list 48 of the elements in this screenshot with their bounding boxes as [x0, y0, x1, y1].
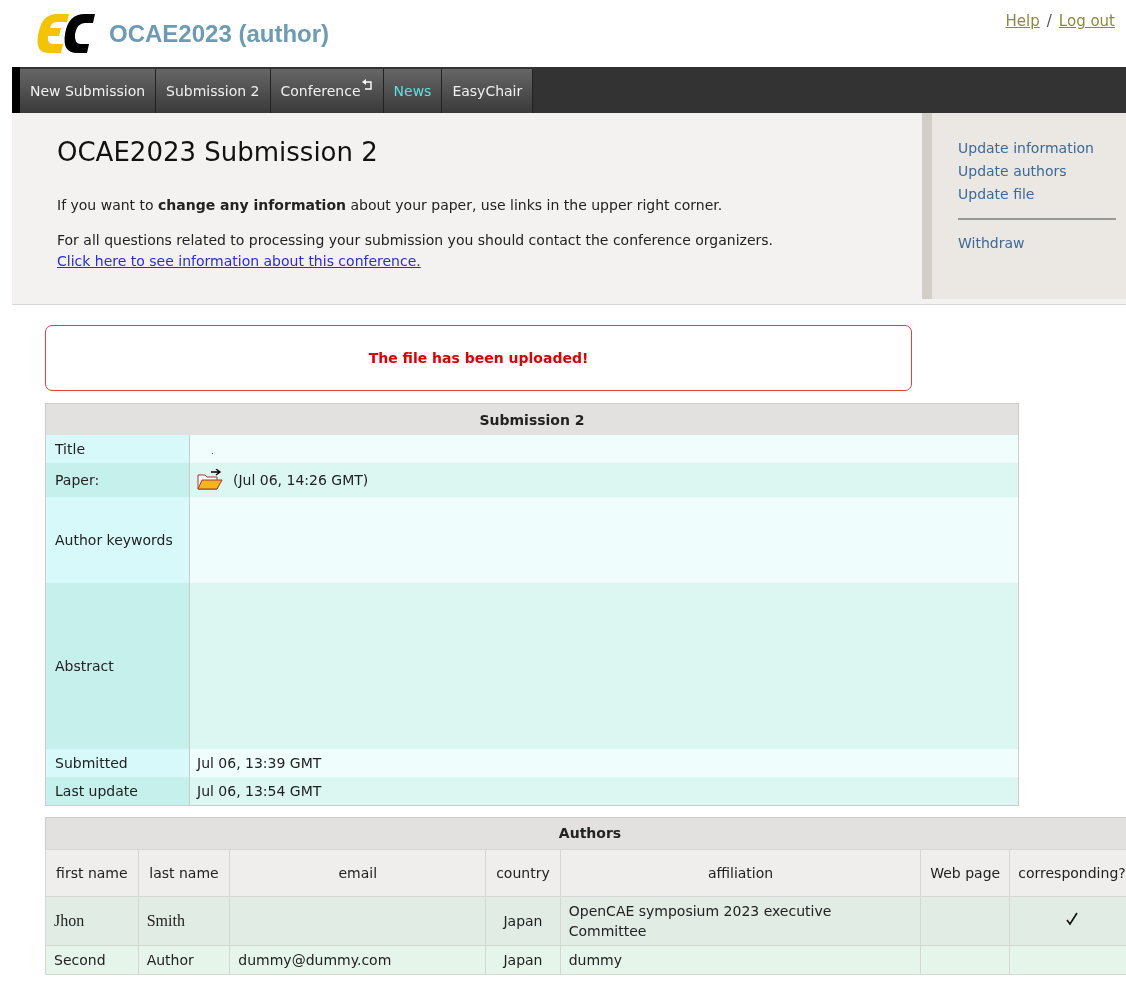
side-menu-link[interactable]: Update file — [958, 183, 1126, 206]
withdraw-link[interactable]: Withdraw — [958, 232, 1126, 255]
row-label: Abstract — [45, 583, 190, 749]
column-header: country — [485, 849, 561, 896]
table-cell: Japan — [485, 945, 561, 974]
row-value: Jul 06, 13:54 GMT — [189, 777, 1019, 805]
upload-success-message: The file has been uploaded! — [45, 325, 912, 391]
side-menu-link[interactable]: Update information — [958, 137, 1126, 160]
table-cell: Jhon — [45, 896, 139, 945]
column-header: corresponding? — [1009, 849, 1126, 896]
nav-tab[interactable]: New Submission — [20, 69, 157, 113]
table-cell: Japan — [485, 896, 561, 945]
table-cell: dummy — [560, 945, 921, 974]
row-label: Title — [45, 435, 190, 463]
folder-icon[interactable] — [197, 469, 223, 491]
column-header: first name — [45, 849, 139, 896]
page-heading: OCAE2023 Submission 2 — [57, 137, 379, 167]
row-label: Last update — [45, 777, 190, 805]
help-link[interactable]: Help — [1005, 12, 1040, 30]
row-label: Paper: — [45, 463, 190, 497]
table-cell: dummy@dummy.com — [238, 951, 392, 968]
table-cell: Second — [45, 945, 139, 974]
nav-tab[interactable]: Conference — [270, 69, 384, 113]
row-label: Submitted — [45, 749, 190, 777]
row-label: Author keywords — [45, 497, 190, 583]
logout-link[interactable]: Log out — [1058, 12, 1115, 30]
table-caption: Submission 2 — [45, 403, 1019, 435]
column-header: last name — [138, 849, 230, 896]
conference-title: OCAE2023 (author) — [109, 19, 330, 48]
column-header: Web page — [920, 849, 1010, 896]
column-header: affiliation — [560, 849, 921, 896]
contact-paragraph: For all questions related to processing your submission you should contact the conference organizers. Click here to see information about this conference. — [57, 231, 775, 271]
intro-paragraph: If you want to change any information about your paper, use links in the upper right corner. — [57, 196, 724, 215]
link-separator: / — [1046, 12, 1052, 30]
table-caption: Authors — [45, 817, 1126, 849]
table-cell: OpenCAE symposium 2023 executive Committee — [560, 896, 921, 945]
nav-tab[interactable]: EasyChair — [442, 69, 534, 113]
table-cell: Smith — [138, 896, 230, 945]
row-value: Jul 06, 13:39 GMT — [189, 749, 1019, 777]
row-value: . — [189, 435, 1019, 463]
nav-tab[interactable]: Submission 2 — [156, 69, 271, 113]
conference-info-link[interactable]: Click here to see information about this conference. — [57, 253, 421, 269]
row-value: (Jul 06, 14:26 GMT) — [189, 463, 1019, 497]
table-cell: Author — [138, 945, 230, 974]
logo-icon — [35, 11, 97, 56]
side-menu-link[interactable]: Update authors — [958, 160, 1126, 183]
nav-tab[interactable]: News — [383, 69, 443, 113]
column-header: email — [229, 849, 486, 896]
